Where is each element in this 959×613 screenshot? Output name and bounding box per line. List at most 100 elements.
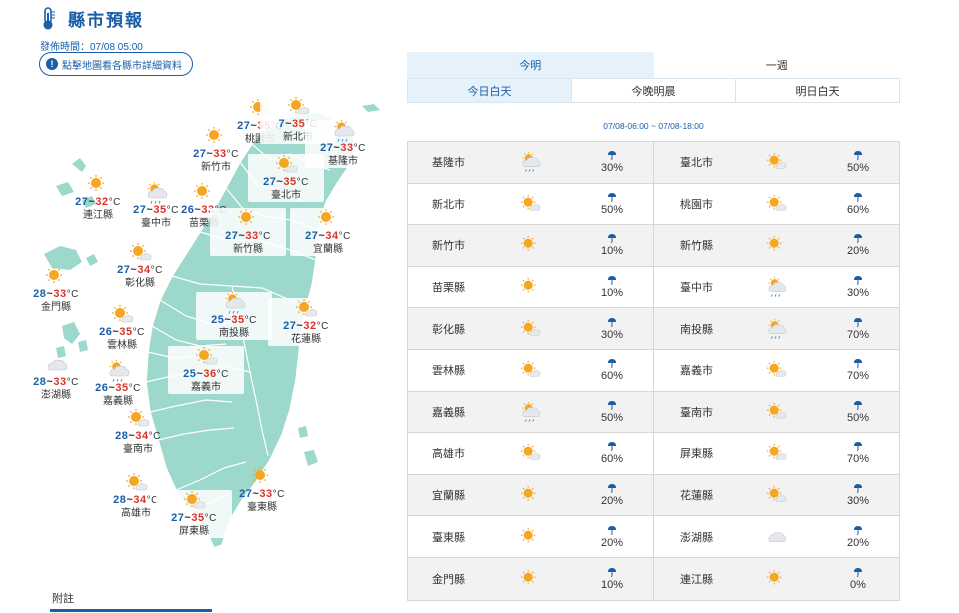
- temperature-range: 25~35°C: [196, 314, 272, 327]
- publish-time: 發佈時間：07/08 05:00: [40, 42, 143, 53]
- forecast-entry[interactable]: 花蓮縣 30%: [653, 474, 899, 516]
- map-city-marker[interactable]: 27~35°C 屏東縣: [156, 490, 232, 538]
- table-weather-icon: [489, 475, 571, 516]
- table-city-name: 屏東縣: [680, 448, 713, 461]
- table-row: 新北市 50% 桃園市 60%: [408, 183, 899, 226]
- rain-percent: 60%: [600, 370, 624, 383]
- map-city-marker[interactable]: 27~34°C 彰化縣: [102, 242, 178, 290]
- forecast-entry[interactable]: 宜蘭縣 20%: [408, 475, 653, 516]
- tab-week[interactable]: 一週: [653, 52, 900, 78]
- table-city-name: 嘉義縣: [432, 406, 465, 419]
- map-city-marker[interactable]: 25~35°C 南投縣: [196, 291, 272, 340]
- map-city-marker[interactable]: 27~33°C 新竹縣: [210, 208, 286, 256]
- table-row: 基隆市 30% 臺北市 50%: [408, 142, 899, 184]
- sun-shape: [88, 175, 104, 191]
- forecast-entry[interactable]: 金門縣 10%: [408, 558, 653, 600]
- umbrella-icon: [608, 317, 616, 327]
- forecast-entry[interactable]: 桃園市 60%: [653, 183, 899, 225]
- tab-tonight[interactable]: 今晚明晨: [572, 79, 736, 102]
- umbrella-icon: [608, 525, 616, 535]
- rain-probability: 20%: [571, 516, 653, 557]
- tab-tomorrow-daytime[interactable]: 明日白天: [736, 79, 899, 102]
- sunny-cloudy-icon: [276, 155, 298, 173]
- umbrella-icon: [854, 442, 862, 452]
- sunny-cloudy-icon: [766, 194, 787, 211]
- table-weather-icon: [489, 225, 571, 266]
- table-city-name: 桃園市: [680, 198, 713, 211]
- low-temp: 28: [113, 494, 127, 506]
- rain-probability: 20%: [817, 516, 899, 557]
- taiwan-map[interactable]: 27~35°C桃園市7~35°C新北市27~33°C新竹市27~33°C基隆市2…: [0, 90, 400, 570]
- forecast-entry[interactable]: 苗栗縣 10%: [408, 267, 653, 308]
- sun-shape: [766, 569, 782, 585]
- table-weather-icon: [489, 558, 571, 600]
- map-city-marker[interactable]: 26~35°C 雲林縣: [84, 304, 160, 352]
- low-temp: 27: [263, 176, 277, 188]
- rain-probability: 60%: [817, 184, 899, 225]
- rain-probability: 70%: [817, 350, 899, 391]
- low-temp: 27: [283, 320, 297, 332]
- sunny-icon: [252, 467, 268, 483]
- map-hint-button[interactable]: ! 點擊地圖看各縣市詳細資料: [39, 52, 193, 76]
- table-weather-icon: [735, 225, 817, 266]
- map-city-marker[interactable]: 27~32°C 花蓮縣: [268, 298, 344, 346]
- high-temp: 33: [340, 142, 354, 154]
- umbrella-icon: [854, 276, 862, 285]
- map-city-marker[interactable]: 26~35°C 嘉義縣: [80, 359, 156, 408]
- map-city-marker[interactable]: 27~34°C 宜蘭縣: [290, 208, 366, 256]
- forecast-entry[interactable]: 嘉義縣 50%: [408, 392, 653, 433]
- sunny-cloudy-icon: [196, 347, 218, 365]
- celsius-unit: °C: [150, 265, 163, 276]
- rain-probability: 70%: [817, 308, 899, 349]
- rain-percent: 60%: [846, 203, 870, 216]
- forecast-entry[interactable]: 澎湖縣 20%: [653, 516, 899, 557]
- map-city-marker[interactable]: 27~33°C 臺東縣: [224, 466, 300, 514]
- low-temp: 25: [211, 314, 225, 326]
- map-city-marker[interactable]: 25~36°C 嘉義市: [168, 346, 244, 394]
- rain-percent: 50%: [846, 411, 870, 424]
- sunny-icon: [206, 127, 222, 143]
- table-weather-icon: [489, 184, 571, 225]
- tab-today-daytime[interactable]: 今日白天: [408, 79, 572, 102]
- city-name: 彰化縣: [125, 278, 155, 289]
- weather-icon: [110, 304, 134, 326]
- forecast-entry[interactable]: 臺南市 50%: [653, 391, 899, 433]
- forecast-entry[interactable]: 新竹市 10%: [408, 225, 653, 266]
- map-city-marker[interactable]: 27~33°C 新竹市: [178, 126, 254, 174]
- high-temp: 36: [203, 368, 217, 380]
- forecast-entry[interactable]: 屏東縣 70%: [653, 433, 899, 474]
- umbrella-icon: [854, 151, 862, 161]
- forecast-entry[interactable]: 南投縣 70%: [653, 308, 899, 349]
- forecast-entry[interactable]: 嘉義市 70%: [653, 349, 899, 391]
- city-name: 臺南市: [123, 444, 153, 455]
- celsius-unit: °C: [244, 315, 257, 326]
- table-row: 新竹市 10% 新竹縣 20%: [408, 225, 899, 267]
- table-weather-icon: [489, 308, 571, 349]
- table-weather-icon: [489, 433, 571, 474]
- map-city-marker[interactable]: 28~33°C 金門縣: [18, 266, 94, 314]
- forecast-entry[interactable]: 連江縣 0%: [653, 557, 899, 600]
- umbrella-icon: [608, 442, 616, 452]
- forecast-entry[interactable]: 臺東縣 20%: [408, 516, 653, 557]
- low-temp: 28: [33, 376, 47, 388]
- forecast-entry[interactable]: 雲林縣 60%: [408, 350, 653, 391]
- forecast-entry[interactable]: 彰化縣 30%: [408, 308, 653, 349]
- table-city-name: 南投縣: [680, 323, 713, 336]
- time-slot-tabs: 今日白天 今晚明晨 明日白天: [407, 78, 900, 103]
- city-name: 新竹縣: [233, 244, 263, 255]
- rain-probability: 10%: [571, 225, 653, 266]
- tab-today-tomorrow[interactable]: 今明: [407, 52, 654, 78]
- forecast-entry[interactable]: 新北市 50%: [408, 184, 653, 225]
- forecast-entry[interactable]: 新竹縣 20%: [653, 225, 899, 266]
- map-city-marker[interactable]: 27~35°C 臺北市: [248, 154, 324, 202]
- forecast-entry[interactable]: 臺中市 30%: [653, 266, 899, 308]
- forecast-entry[interactable]: 基隆市 30%: [408, 142, 653, 183]
- temperature-range: 27~35°C: [156, 512, 232, 525]
- table-city-name: 新北市: [432, 198, 465, 211]
- forecast-entry[interactable]: 臺北市 50%: [653, 142, 899, 183]
- forecast-entry[interactable]: 高雄市 60%: [408, 433, 653, 474]
- map-city-marker[interactable]: 28~34°C 臺南市: [100, 408, 176, 456]
- forecast-table: 基隆市 30% 臺北市 50% 新北市 50% 桃園市 60% 新竹市 10% 新竹縣 20% 苗栗縣 1…: [407, 141, 900, 601]
- rain-percent: 50%: [846, 162, 870, 175]
- celsius-unit: °C: [204, 513, 217, 524]
